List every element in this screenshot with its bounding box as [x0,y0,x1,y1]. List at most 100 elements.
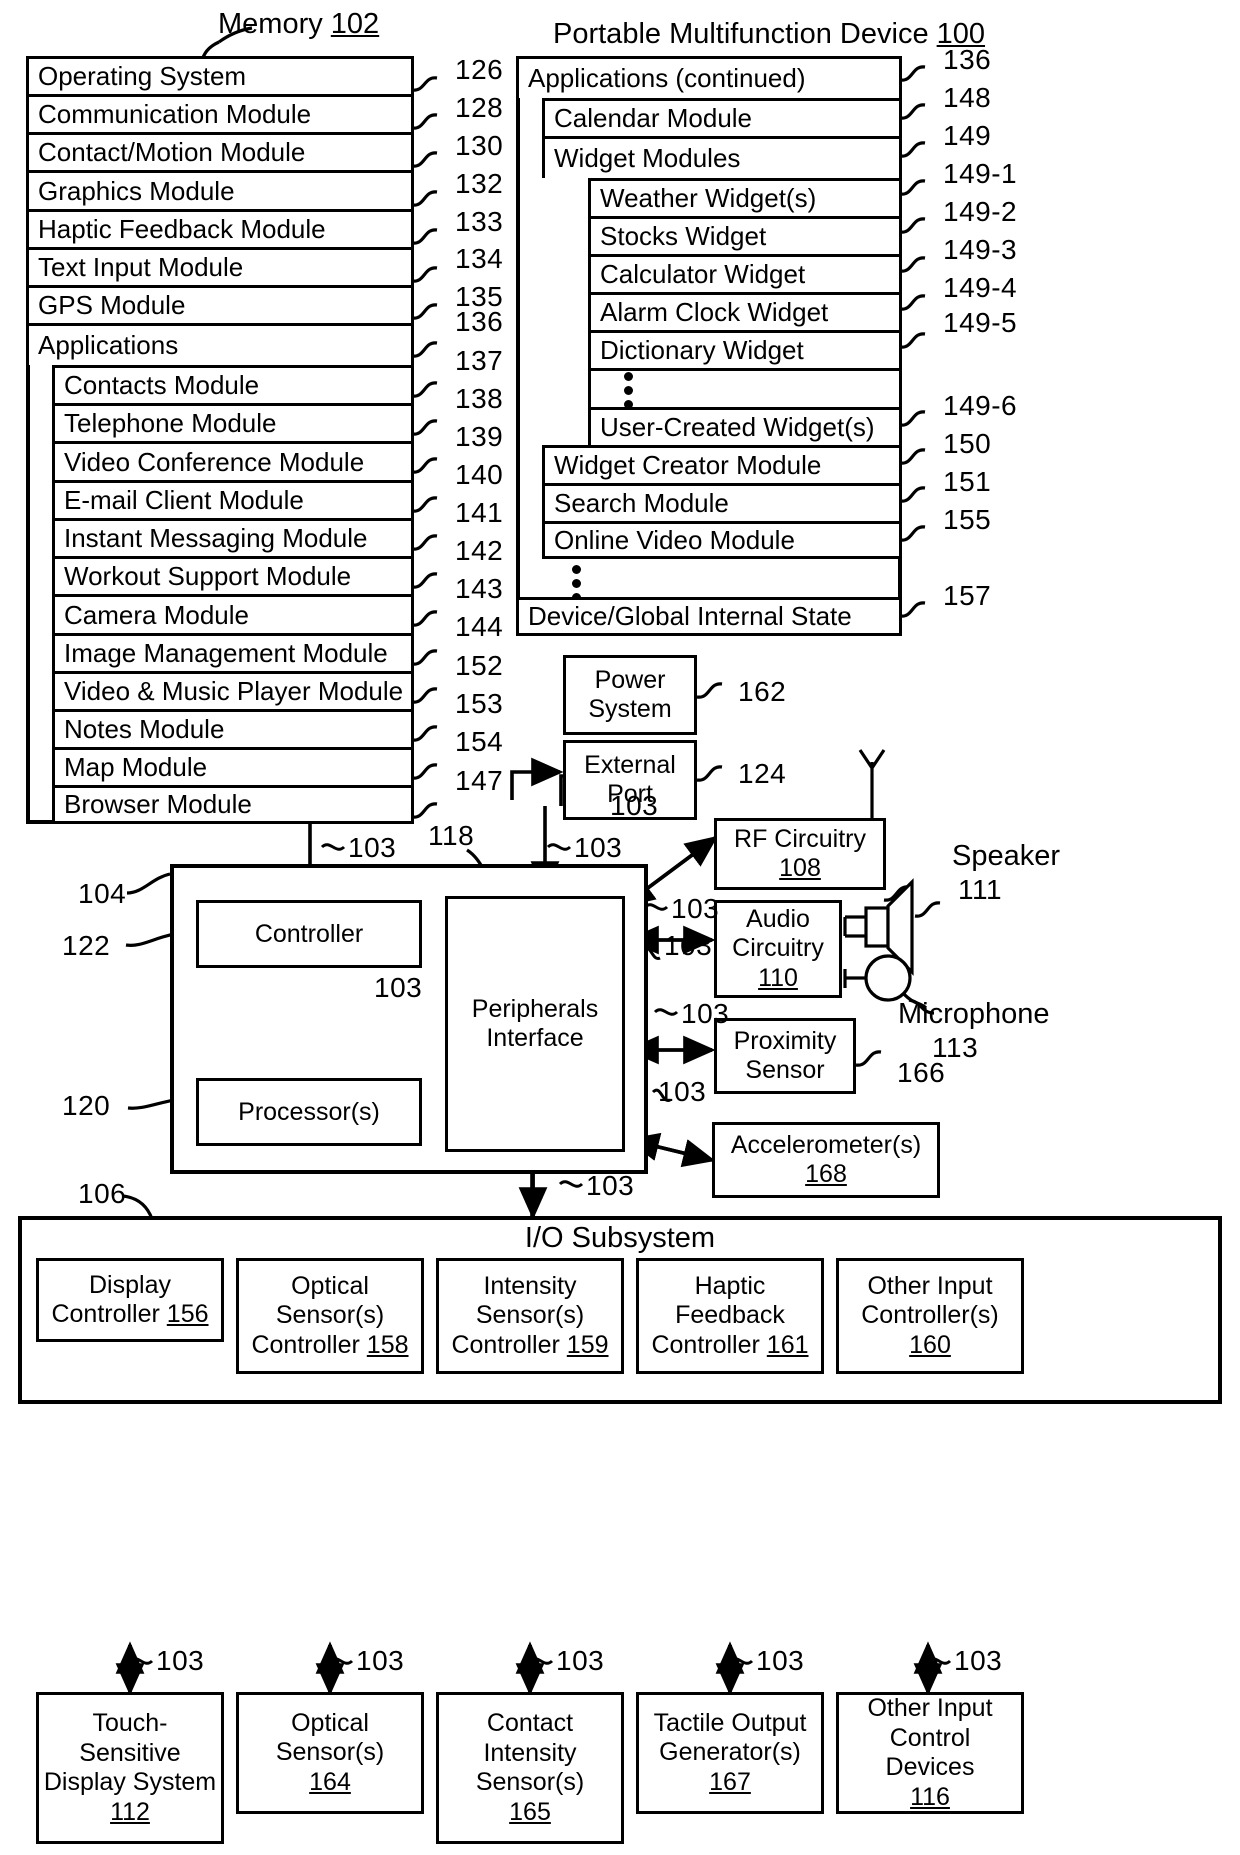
ref-141: 141 [455,497,504,528]
app-row-video-music-player-module[interactable]: Video & Music Player Module [52,671,414,709]
peripherals-label-1: Peripherals [471,994,599,1023]
row-label: Stocks Widget [600,221,767,251]
contact-intensity-sensors-box[interactable]: Contact Intensity Sensor(s) 165 [436,1692,624,1844]
bus-ref-103-d: 103 [586,1170,635,1201]
optical-sensors-label-2: Sensor(s) [275,1738,385,1767]
widget-row-user-created[interactable]: User-Created Widget(s) [588,407,902,445]
contact-intensity-label-2: Intensity [483,1738,577,1767]
bus-ref-103-a: 103 [348,832,397,863]
audio-circuitry-box[interactable]: Audio Circuitry 110 [714,900,842,998]
rf-circuitry-box[interactable]: RF Circuitry 108 [714,818,886,890]
ref-132: 132 [455,168,504,199]
vertical-ellipsis-icon [624,372,633,409]
ref-140: 140 [455,459,504,490]
touch-sensitive-display-box[interactable]: Touch- Sensitive Display System 112 [36,1692,224,1844]
row-label: Haptic Feedback Module [38,214,326,244]
app-row-image-management-module[interactable]: Image Management Module [52,633,414,671]
widget-row-alarm-clock[interactable]: Alarm Clock Widget [588,292,902,330]
ref-136-left: 136 [455,306,504,337]
tactile-output-label-1: Tactile Output [653,1708,807,1737]
intensity-sensor-controller-box[interactable]: Intensity Sensor(s) Controller 159 [436,1258,624,1374]
memory-row-gps-module[interactable]: GPS Module [26,285,414,323]
ref-162: 162 [738,676,787,707]
memory-row-text-input-module[interactable]: Text Input Module [26,247,414,285]
optical-sensors-label-1: Optical [291,1708,369,1737]
device-row-applications-continued[interactable]: Applications (continued) [516,56,902,98]
widget-row-stocks[interactable]: Stocks Widget [588,216,902,254]
rf-circuitry-label: RF Circuitry [734,824,866,853]
row-label: Dictionary Widget [600,335,804,365]
widget-row-dictionary[interactable]: Dictionary Widget [588,330,902,368]
display-controller-box[interactable]: Display Controller 156 [36,1258,224,1342]
optical-sensors-box[interactable]: Optical Sensor(s) 164 [236,1692,424,1814]
other-input-control-devices-box[interactable]: Other Input Control Devices 116 [836,1692,1024,1814]
ref-151: 151 [943,466,992,497]
display-controller-label-2: Controller 156 [51,1300,209,1328]
processors-box[interactable]: Processor(s) [196,1078,422,1146]
power-system-box[interactable]: Power System [563,655,697,735]
bus-ref-103-h: 103 [658,1076,707,1107]
ref-166: 166 [897,1057,946,1088]
other-input-controller-box[interactable]: Other Input Controller(s) 160 [836,1258,1024,1374]
app-row-map-module[interactable]: Map Module [52,747,414,785]
haptic-feedback-controller-box[interactable]: Haptic Feedback Controller 161 [636,1258,824,1374]
rf-circuitry-ref: 108 [779,854,821,882]
app-row-email-client-module[interactable]: E-mail Client Module [52,480,414,518]
other-input-devices-ref: 116 [910,1782,950,1811]
row-label: Telephone Module [64,408,277,438]
app-row-contacts-module[interactable]: Contacts Module [52,365,414,403]
app-row-workout-support-module[interactable]: Workout Support Module [52,556,414,594]
ref-142: 142 [455,535,504,566]
ref-120: 120 [62,1090,111,1121]
device-row-calendar-module[interactable]: Calendar Module [542,98,902,136]
proximity-sensor-box[interactable]: Proximity Sensor [714,1018,856,1094]
memory-row-haptic-feedback-module[interactable]: Haptic Feedback Module [26,209,414,247]
touch-display-label-2: Sensitive [79,1738,181,1767]
other-input-ctrl-ref: 160 [909,1330,951,1359]
touch-display-ref: 112 [110,1797,150,1826]
other-input-ctrl-label-2: Controller(s) [861,1301,999,1330]
ref-152: 152 [455,650,504,681]
io-bus-ref-103-3: 103 [556,1645,605,1676]
app-row-browser-module[interactable]: Browser Module [52,785,414,824]
peripherals-interface-box[interactable]: Peripherals Interface [445,896,625,1152]
audio-circuitry-label-2: Circuitry [732,934,824,963]
processors-label: Processor(s) [238,1097,380,1126]
memory-row-communication-module[interactable]: Communication Module [26,94,414,132]
device-row-widget-modules[interactable]: Widget Modules [542,136,902,178]
optical-ctrl-label-1: Optical [291,1271,369,1300]
device-row-widget-creator-module[interactable]: Widget Creator Module [542,445,902,483]
memory-row-contact-motion-module[interactable]: Contact/Motion Module [26,132,414,170]
row-label: Online Video Module [554,524,795,555]
controller-box[interactable]: Controller [196,900,422,968]
ref-149-2: 149-2 [943,196,1018,227]
device-row-search-module[interactable]: Search Module [542,483,902,521]
row-label: E-mail Client Module [64,485,304,515]
widget-row-calculator[interactable]: Calculator Widget [588,254,902,292]
row-label: Calculator Widget [600,259,806,289]
ref-137: 137 [455,345,504,376]
ref-128: 128 [455,92,504,123]
memory-row-applications[interactable]: Applications [26,323,414,365]
external-port-label-1: External [584,750,676,779]
accelerometer-box[interactable]: Accelerometer(s) 168 [712,1122,940,1198]
app-row-video-conference-module[interactable]: Video Conference Module [52,441,414,480]
optical-sensor-controller-box[interactable]: Optical Sensor(s) Controller 158 [236,1258,424,1374]
ref-149-6: 149-6 [943,390,1018,421]
device-row-online-video-module[interactable]: Online Video Module [542,521,902,559]
row-label: Video Conference Module [64,446,365,477]
proximity-sensor-label-1: Proximity [733,1026,837,1055]
app-row-instant-messaging-module[interactable]: Instant Messaging Module [52,518,414,556]
app-row-notes-module[interactable]: Notes Module [52,709,414,747]
device-row-internal-state[interactable]: Device/Global Internal State [516,597,902,636]
row-label: Browser Module [64,789,252,819]
tactile-output-generators-box[interactable]: Tactile Output Generator(s) 167 [636,1692,824,1814]
widget-row-weather[interactable]: Weather Widget(s) [588,178,902,216]
ref-124: 124 [738,758,787,789]
memory-row-graphics-module[interactable]: Graphics Module [26,170,414,209]
touch-display-label-3: Display System [43,1768,217,1796]
memory-row-operating-system[interactable]: Operating System [26,56,414,94]
other-input-ctrl-label-1: Other Input [867,1271,993,1300]
app-row-telephone-module[interactable]: Telephone Module [52,403,414,441]
app-row-camera-module[interactable]: Camera Module [52,594,414,633]
